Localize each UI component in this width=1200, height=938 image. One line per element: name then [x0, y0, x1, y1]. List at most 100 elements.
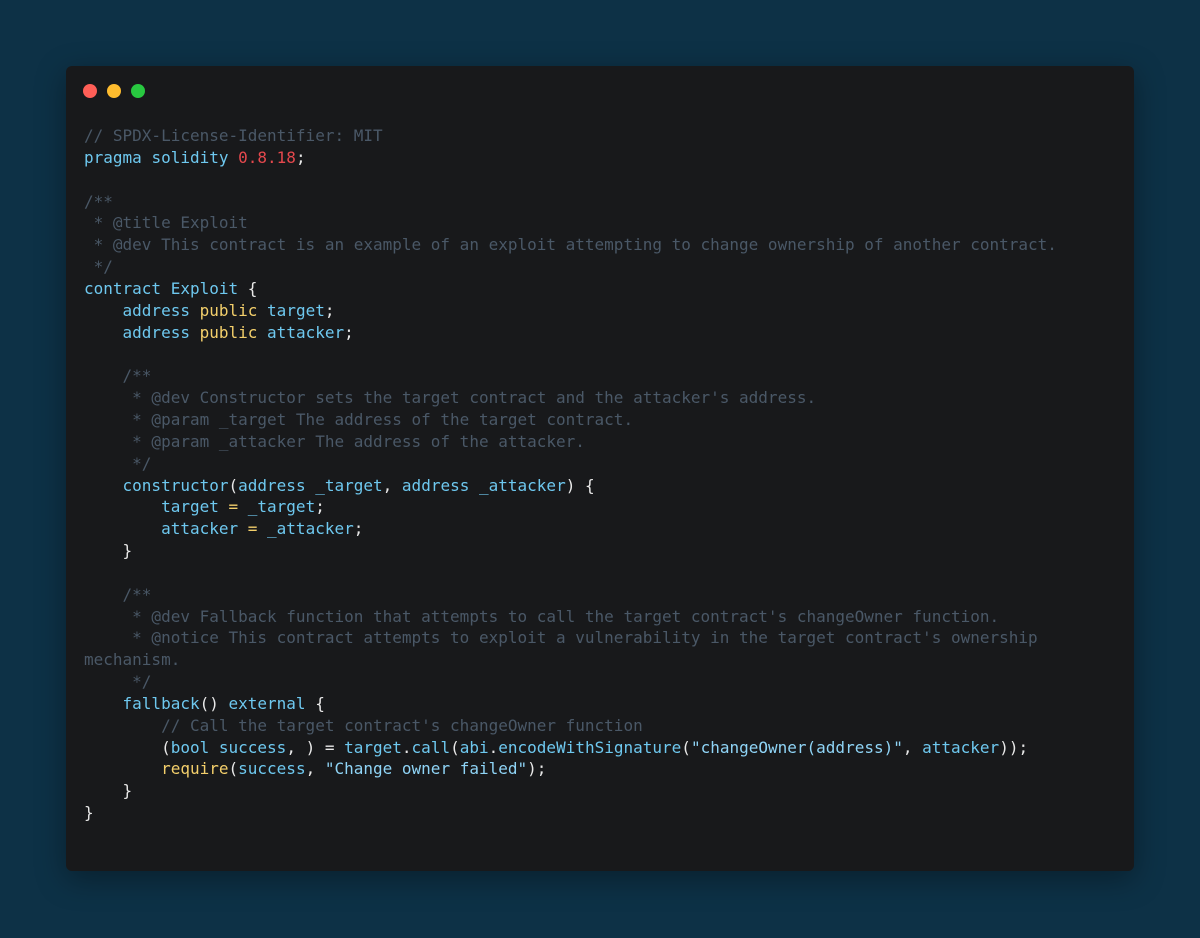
code-line: * @notice This contract attempts to expl…	[84, 627, 1057, 649]
code-token: =	[238, 519, 268, 539]
code-token: address	[122, 322, 190, 342]
code-token: bool	[170, 737, 210, 757]
code-line: target = _target;	[84, 496, 1057, 518]
code-token: ()	[199, 693, 229, 713]
code-token: Exploit	[170, 278, 239, 298]
code-token: ,	[902, 737, 923, 757]
code-token: success	[238, 759, 306, 779]
code-token: target	[267, 300, 325, 320]
code-line: address public attacker;	[84, 322, 1057, 344]
code-line: require(success, "Change owner failed");	[84, 758, 1057, 780]
code-token: solidity	[151, 147, 229, 167]
code-line: address public target;	[84, 300, 1057, 322]
code-line: ​	[84, 562, 1057, 584]
code-window: // SPDX-License-Identifier: MIT pragma so…	[66, 66, 1134, 871]
code-line: // SPDX-License-Identifier: MIT	[84, 125, 1057, 147]
code-token: success	[218, 737, 287, 757]
code-line: // Call the target contract's changeOwne…	[84, 715, 1057, 737]
code-token: abi	[459, 737, 489, 757]
code-token: call	[411, 737, 451, 757]
code-token: target	[344, 737, 402, 757]
code-token: "Change owner failed"	[324, 759, 528, 779]
maximize-button[interactable]	[131, 84, 145, 98]
code-token: ;	[315, 497, 325, 517]
code-token: * @dev Constructor sets the target contr…	[84, 388, 817, 408]
code-token: * @dev Fallback function that attempts t…	[84, 606, 1000, 626]
code-line: /**	[84, 584, 1057, 606]
code-token: fallback	[122, 693, 200, 713]
code-token: mechanism.	[84, 650, 181, 670]
code-token: constructor	[122, 475, 229, 495]
code-token: (	[84, 737, 171, 757]
code-token: public	[199, 300, 258, 320]
code-token: , ) =	[286, 737, 345, 757]
code-line: */	[84, 256, 1057, 278]
code-token: /**	[84, 366, 152, 386]
code-line: fallback() external {	[84, 693, 1057, 715]
code-token: (	[228, 759, 239, 779]
code-token: address	[238, 475, 306, 495]
code-line: * @param _attacker The address of the at…	[84, 431, 1057, 453]
code-line: constructor(address _target, address _at…	[84, 475, 1057, 497]
code-token: ));	[999, 737, 1029, 757]
code-token: attacker	[922, 737, 1000, 757]
code-token: */	[84, 453, 152, 473]
code-line: contract Exploit {	[84, 278, 1057, 300]
code-token: (	[228, 475, 239, 495]
code-line: attacker = _attacker;	[84, 518, 1057, 540]
minimize-button[interactable]	[107, 84, 121, 98]
code-token: attacker	[161, 519, 239, 539]
code-line: * @title Exploit	[84, 212, 1057, 234]
code-token: ;	[353, 519, 364, 539]
code-token: {	[238, 278, 258, 298]
code-token: {	[305, 693, 325, 713]
code-token: }	[84, 781, 133, 801]
code-line: /**	[84, 365, 1057, 387]
code-token: _target	[315, 475, 383, 495]
code-token: 0.8.18	[238, 147, 296, 167]
code-token: _attacker	[479, 475, 566, 495]
code-token: .	[488, 737, 499, 757]
code-line: }	[84, 540, 1057, 562]
code-token: );	[527, 759, 547, 779]
code-token: (	[450, 737, 460, 757]
code-token: * @param _target The address of the targ…	[84, 409, 634, 429]
code-token: // SPDX-License-Identifier: MIT	[84, 126, 383, 145]
code-token: * @title Exploit	[84, 213, 248, 233]
code-token: _target	[247, 497, 316, 517]
window-controls	[83, 84, 145, 98]
code-token: public	[199, 322, 258, 342]
code-token: .	[401, 737, 412, 757]
code-token: require	[161, 759, 229, 779]
code-block: // SPDX-License-Identifier: MIT pragma so…	[84, 125, 1057, 824]
code-token: * @dev This contract is an example of an…	[84, 235, 1057, 255]
code-line: * @dev This contract is an example of an…	[84, 234, 1057, 256]
code-token: =	[218, 497, 248, 517]
code-token: _attacker	[267, 519, 354, 539]
code-line: */	[84, 671, 1057, 693]
code-token: ,	[305, 759, 325, 779]
code-line: mechanism.	[84, 649, 1057, 671]
close-button[interactable]	[83, 84, 97, 98]
code-line: }	[84, 802, 1057, 824]
code-line: /**	[84, 191, 1057, 213]
code-token: /**	[84, 584, 152, 604]
code-line: }	[84, 780, 1057, 802]
code-token: (	[681, 737, 691, 757]
code-line: pragma solidity 0.8.18;	[84, 147, 1057, 169]
code-line: * @dev Fallback function that attempts t…	[84, 606, 1057, 628]
code-token: contract	[84, 278, 162, 298]
